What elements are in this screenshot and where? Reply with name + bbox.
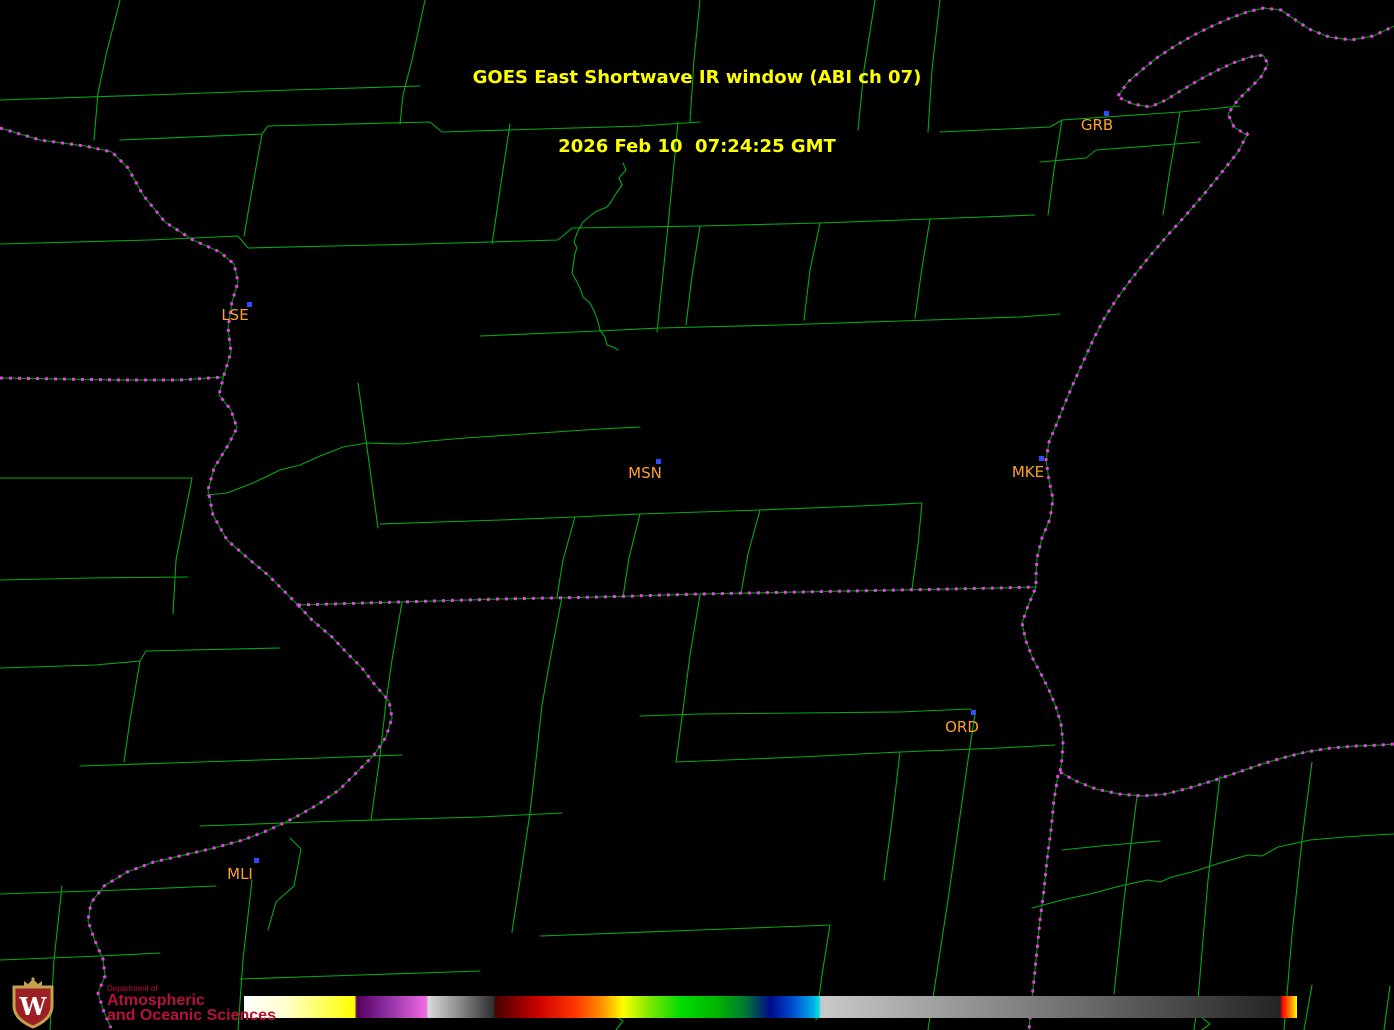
station-mke: MKE [1012, 456, 1044, 481]
satellite-image-background: GRB LSE MSN MKE ORD MLI GOES East Shortw… [0, 0, 1394, 1030]
logo-line1: Atmospheric [107, 993, 276, 1008]
station-lse: LSE [221, 302, 252, 324]
crest-monogram: W [19, 992, 48, 1021]
station-mli: MLI [227, 858, 259, 883]
uw-crest-icon: W [4, 977, 62, 1029]
station-ord: ORD [945, 710, 979, 736]
station-marker [971, 710, 976, 715]
station-label: ORD [945, 718, 979, 736]
station-label: MKE [1012, 463, 1044, 481]
logo-line2: and Oceanic Sciences [107, 1008, 276, 1023]
station-label: LSE [221, 306, 248, 324]
station-marker [254, 858, 259, 863]
station-label: MSN [628, 464, 662, 482]
station-msn: MSN [628, 459, 662, 482]
station-label: MLI [227, 865, 253, 883]
image-title: GOES East Shortwave IR window (ABI ch 07… [0, 20, 1394, 204]
title-line2: 2026 Feb 10 07:24:25 GMT [0, 135, 1394, 158]
station-marker [1039, 456, 1044, 461]
colorbar [244, 996, 1297, 1018]
logo-text: Department of Atmospheric and Oceanic Sc… [107, 984, 276, 1023]
title-line1: GOES East Shortwave IR window (ABI ch 07… [0, 66, 1394, 89]
aos-logo: W Department of Atmospheric and Oceanic … [4, 977, 276, 1029]
